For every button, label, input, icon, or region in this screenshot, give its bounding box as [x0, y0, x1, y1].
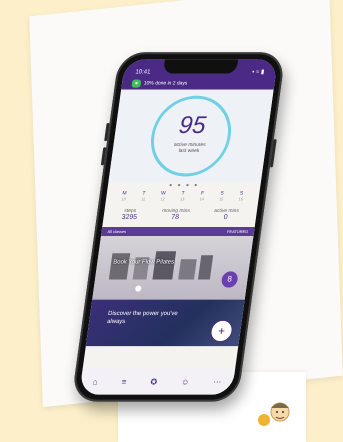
stat-value: 0 — [223, 213, 229, 221]
stat-steps[interactable]: steps 3295 — [121, 208, 138, 221]
phone-screen: 10:41 ▪ ≈ ▮ ● 10% done in 2 days 95 acti… — [79, 59, 278, 395]
add-button[interactable]: + — [209, 319, 234, 343]
logo-icon[interactable]: ✪ — [150, 377, 158, 386]
day-date: 12 — [160, 196, 166, 202]
profile-icon[interactable]: ☺ — [181, 377, 190, 386]
notch — [162, 59, 239, 74]
active-minutes-label: active minutes last week — [112, 142, 266, 154]
day-item[interactable]: F 14 — [199, 191, 205, 202]
shield-badge-icon[interactable]: 8 — [220, 271, 239, 288]
status-time: 10:41 — [134, 69, 151, 76]
day-date: 14 — [199, 196, 205, 202]
active-minutes-value: 95 — [177, 111, 208, 140]
day-date: 10 — [121, 196, 127, 202]
day-item[interactable]: T 11 — [141, 191, 147, 202]
week-strip: M 10 T 11 W 12 T 13 F 14 S 15 S 16 — [105, 189, 260, 204]
list-icon[interactable]: ≡ — [121, 377, 127, 386]
promo-title: Book Your Flow Pilates — [112, 259, 175, 266]
banner-text: 10% done in 2 days — [143, 80, 188, 87]
day-item[interactable]: S 15 — [219, 191, 225, 202]
stat-active[interactable]: active mins 0 — [213, 208, 240, 221]
explore-tile[interactable]: Discover the power you've always + — [85, 299, 245, 347]
day-item[interactable]: W 12 — [160, 191, 166, 202]
status-icons: ▪ ≈ ▮ — [251, 69, 265, 76]
volume-button — [104, 122, 110, 142]
stat-moving[interactable]: moving mins 78 — [161, 208, 191, 221]
home-icon[interactable]: ⌂ — [92, 377, 98, 386]
promo-tile[interactable]: All classes FEATURED Book Your Flow Pila… — [92, 226, 255, 300]
day-date: 15 — [218, 196, 224, 202]
day-item[interactable]: T 13 — [180, 191, 186, 202]
phone-mockup: 10:41 ▪ ≈ ▮ ● 10% done in 2 days 95 acti… — [34, 50, 331, 409]
activity-summary[interactable]: 95 active minutes last week — [108, 89, 274, 183]
stat-value: 78 — [170, 213, 180, 221]
power-button — [269, 139, 277, 168]
day-item[interactable]: S 16 — [238, 191, 244, 202]
bottom-tab-bar: ⌂ ≡ ✪ ☺ ⋯ — [79, 368, 236, 395]
promo-header-right: FEATURED — [226, 228, 249, 235]
volume-button-2 — [100, 147, 107, 166]
phone-body: 10:41 ▪ ≈ ▮ ● 10% done in 2 days 95 acti… — [71, 52, 286, 402]
more-icon[interactable]: ⋯ — [213, 377, 222, 386]
stat-value: 3295 — [121, 213, 138, 221]
progress-banner[interactable]: ● 10% done in 2 days — [121, 77, 276, 90]
summary-line-2: last week — [178, 148, 200, 155]
day-date: 11 — [140, 196, 146, 202]
check-icon: ● — [131, 79, 142, 88]
carousel-dot — [134, 285, 142, 292]
day-date: 13 — [179, 196, 185, 202]
promo-tile-header: All classes FEATURED — [100, 226, 255, 237]
stats-row: steps 3295 moving mins 78 active mins 0 — [102, 204, 257, 225]
day-date: 16 — [238, 196, 244, 202]
explore-text: Discover the power you've always — [106, 310, 178, 325]
day-item[interactable]: M 10 — [121, 191, 127, 202]
promo-header-left: All classes — [107, 228, 127, 235]
